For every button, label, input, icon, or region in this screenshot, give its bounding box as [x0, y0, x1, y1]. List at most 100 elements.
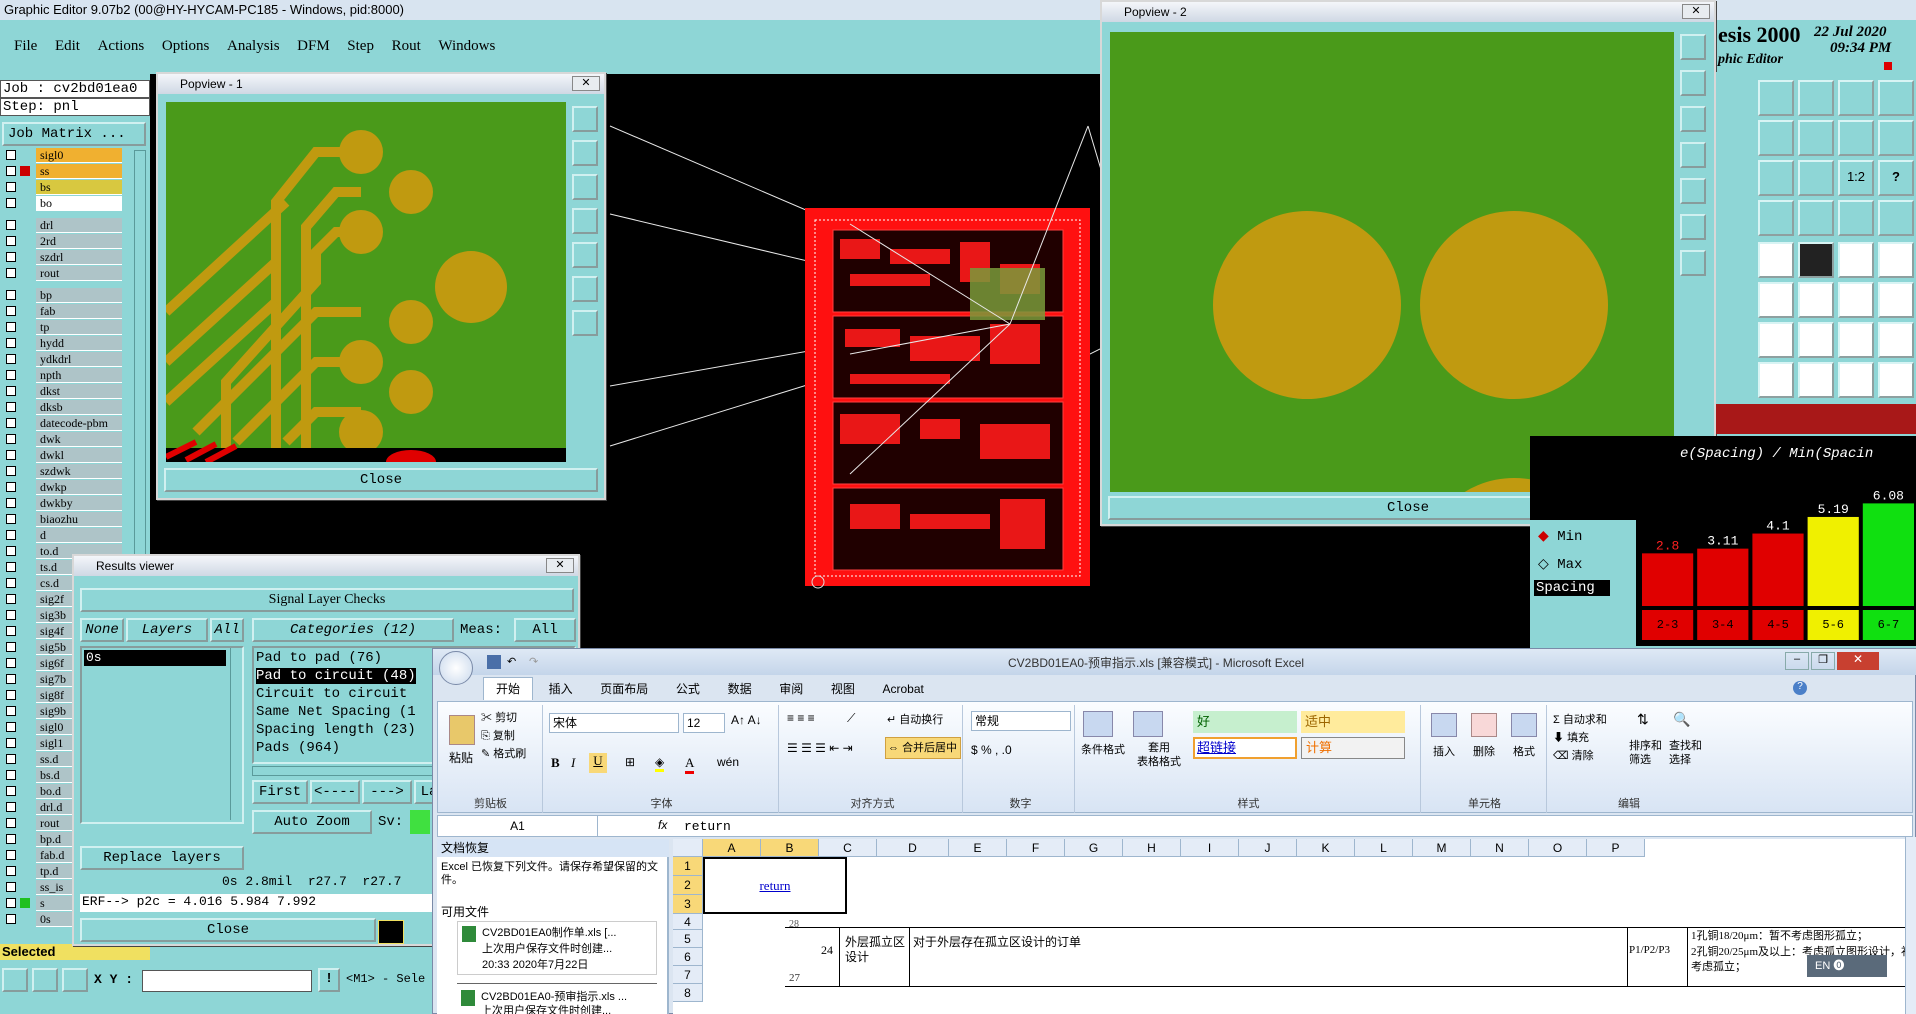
layer-checkbox[interactable] [6, 786, 16, 796]
excel-titlebar[interactable]: ↶ ↷ CV2BD01EA0-预审指示.xls [兼容模式] - Microso… [433, 649, 1916, 685]
style-calculation[interactable]: 计算 [1301, 737, 1405, 759]
column-header[interactable]: N [1471, 839, 1529, 857]
layer-checkbox[interactable] [6, 252, 16, 262]
popview-2-zoom-out-icon[interactable] [1680, 250, 1706, 276]
find-select-label[interactable]: 查找和 选择 [1669, 739, 1705, 767]
layer-checkbox[interactable] [6, 530, 16, 540]
popview-1-zoom-out-icon[interactable] [572, 310, 598, 336]
measure-icon[interactable] [32, 968, 58, 992]
first-button[interactable]: First [252, 780, 308, 804]
histogram-bar[interactable] [1642, 553, 1694, 606]
grid-icon[interactable] [62, 968, 88, 992]
paste-icon[interactable] [449, 715, 475, 745]
menu-rout[interactable]: Rout [392, 38, 421, 55]
layer-row[interactable]: ss [4, 164, 122, 179]
tab-insert[interactable]: 插入 [537, 678, 585, 700]
tab-page-layout[interactable]: 页面布局 [588, 678, 660, 700]
style-neutral[interactable]: 适中 [1301, 711, 1405, 733]
popview-1-pan-down-icon[interactable] [572, 174, 598, 200]
category-item-pads[interactable]: Pads (964) [256, 740, 340, 756]
layer-row[interactable]: drl [4, 218, 122, 233]
layer-row[interactable]: rout [4, 266, 122, 281]
table-format-icon[interactable] [1133, 711, 1163, 737]
popview-2-close-icon[interactable]: ✕ [1682, 4, 1710, 19]
tool-pad-icon[interactable] [1758, 242, 1794, 278]
layer-row[interactable]: npth [4, 368, 122, 383]
align-top-icon[interactable]: ≡ ≡ ≡ [787, 711, 815, 725]
column-header[interactable]: E [949, 839, 1007, 857]
tool-circle-icon[interactable] [1878, 242, 1914, 278]
meas-dropdown[interactable]: All [514, 618, 576, 642]
format-painter-button[interactable]: ✎ 格式刷 [481, 745, 526, 761]
popview-2-titlebar[interactable]: Popview - 2 ✕ [1102, 2, 1714, 22]
tool-select-icon[interactable] [1838, 200, 1874, 236]
layer-checkbox[interactable] [6, 150, 16, 160]
menu-file[interactable]: File [14, 38, 37, 55]
quick-save-icon[interactable] [487, 655, 501, 669]
popview-2-zoom-home-icon[interactable] [1680, 34, 1706, 60]
formula-input[interactable]: return [684, 819, 731, 834]
excel-help-icon[interactable]: ? [1793, 681, 1807, 695]
layer-checkbox[interactable] [6, 498, 16, 508]
layer-checkbox[interactable] [6, 722, 16, 732]
tool-center-icon[interactable] [1798, 160, 1834, 196]
currency-icon[interactable]: $ % , .0 [971, 743, 1012, 757]
grow-font-icon[interactable]: A↑ A↓ [731, 713, 762, 727]
popview-2-pan-left-icon[interactable] [1680, 142, 1706, 168]
layer-checkbox[interactable] [6, 850, 16, 860]
layer-checkbox[interactable] [6, 370, 16, 380]
layer-checkbox[interactable] [6, 642, 16, 652]
menu-windows[interactable]: Windows [438, 38, 495, 55]
table-format-label[interactable]: 套用 表格格式 [1129, 741, 1189, 769]
tool-zoom-box-icon[interactable] [1838, 120, 1874, 156]
layer-row[interactable]: dwkby [4, 496, 122, 511]
layer-checkbox[interactable] [6, 770, 16, 780]
layer-row[interactable]: bo [4, 196, 122, 211]
tool-snap-icon[interactable] [1758, 200, 1794, 236]
insert-cells-icon[interactable] [1431, 713, 1457, 737]
tool-pan-right-icon[interactable] [1798, 120, 1834, 156]
tool-fit-icon[interactable] [1758, 160, 1794, 196]
tool-layers-icon[interactable] [1878, 80, 1914, 116]
layer-checkbox[interactable] [6, 182, 16, 192]
none-button[interactable]: None [80, 618, 124, 642]
layer-results-item[interactable]: 0s [84, 650, 226, 666]
tool-copy-icon[interactable] [1878, 362, 1914, 398]
italic-icon[interactable]: I [571, 755, 575, 771]
layer-checkbox[interactable] [6, 402, 16, 412]
layer-row[interactable]: dwk [4, 432, 122, 447]
tool-dash-icon[interactable] [1838, 242, 1874, 278]
popview-1-zoom-home-icon[interactable] [572, 106, 598, 132]
clear-button[interactable]: ⌫ 清除 [1553, 747, 1594, 763]
tool-line-icon[interactable] [1798, 242, 1834, 278]
results-close-button[interactable]: Close [80, 918, 376, 942]
row-header[interactable]: 7 [673, 966, 703, 984]
popview-1-pan-right-icon[interactable] [572, 242, 598, 268]
layer-results-scrollbar[interactable] [230, 648, 242, 820]
layer-row[interactable]: dkst [4, 384, 122, 399]
layer-checkbox[interactable] [6, 434, 16, 444]
all-button[interactable]: All [210, 618, 244, 642]
layer-checkbox[interactable] [6, 166, 16, 176]
category-item-spacing-length[interactable]: Spacing length (23) [256, 722, 416, 738]
conditional-format-icon[interactable] [1083, 711, 1113, 737]
popview-2-canvas[interactable] [1110, 32, 1674, 492]
recovery-file-2[interactable]: CV2BD01EA0-预审指示.xls ... 上次用户保存文件时创建... [457, 983, 657, 1014]
layer-row[interactable]: bs [4, 180, 122, 195]
layer-checkbox[interactable] [6, 418, 16, 428]
layer-checkbox[interactable] [6, 450, 16, 460]
results-export-icon[interactable] [378, 920, 404, 944]
layer-checkbox[interactable] [6, 610, 16, 620]
office-button-icon[interactable] [439, 651, 473, 685]
column-header[interactable]: C [819, 839, 877, 857]
column-header[interactable]: J [1239, 839, 1297, 857]
sort-filter-label[interactable]: 排序和 筛选 [1629, 739, 1665, 767]
popview-1-pan-up-icon[interactable] [572, 140, 598, 166]
popview-2-pan-down-icon[interactable] [1680, 106, 1706, 132]
category-item-circuit-to-circuit[interactable]: Circuit to circuit [256, 686, 407, 702]
delete-cells-label[interactable]: 删除 [1473, 743, 1495, 759]
column-header[interactable]: P [1587, 839, 1645, 857]
row-header[interactable]: 1 [673, 857, 703, 876]
tool-pan-left-icon[interactable] [1758, 120, 1794, 156]
style-good[interactable]: 好 [1193, 711, 1297, 733]
